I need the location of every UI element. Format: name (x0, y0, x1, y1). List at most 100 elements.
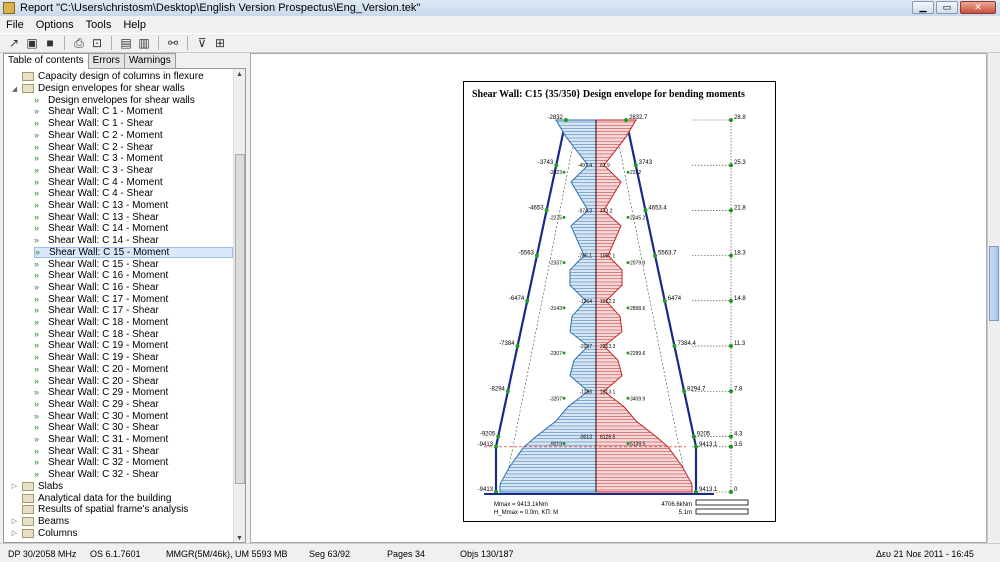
tree-item[interactable]: » Shear Wall: C 29 - Moment (34, 387, 168, 399)
node-right (633, 163, 638, 168)
tree-item[interactable]: » Shear Wall: C 4 - Moment (34, 176, 163, 188)
tree-item-label: Shear Wall: C 3 - Moment (48, 153, 163, 165)
print-icon[interactable]: ⎙ (71, 35, 87, 51)
collapse-icon[interactable]: ◢ (10, 84, 19, 93)
viewer-scrollbar[interactable] (987, 53, 1000, 543)
tree-item[interactable]: » Shear Wall: C 19 - Moment (34, 340, 168, 352)
outer-right-label: 2312 (630, 170, 641, 176)
tree-item[interactable]: » Shear Wall: C 19 - Shear (34, 352, 159, 364)
close-button[interactable]: ✕ (960, 1, 996, 14)
scroll-up-icon[interactable]: ▲ (236, 71, 243, 78)
tree-item[interactable]: » Shear Wall: C 3 - Shear (34, 165, 153, 177)
tree-item[interactable]: » Shear Wall: C 1 - Moment (34, 106, 163, 118)
expand-icon[interactable]: ▷ (10, 517, 19, 526)
level-label: 18.3 (734, 251, 746, 257)
menu-file[interactable]: File (0, 19, 30, 31)
tree-item[interactable]: ◢ Design envelopes for shear walls (10, 83, 185, 95)
tree-item[interactable]: » Shear Wall: C 3 - Moment (34, 153, 163, 165)
page-icon: » (34, 352, 40, 363)
minimize-button[interactable]: ▁ (912, 1, 934, 14)
export-icon[interactable]: ▤ (118, 35, 134, 51)
save-icon[interactable]: ■ (42, 35, 58, 51)
tree-item-label: Shear Wall: C 2 - Shear (48, 141, 154, 153)
page-icon: » (34, 129, 40, 140)
tree-item[interactable]: » Shear Wall: C 13 - Moment (34, 200, 168, 212)
toolbar-separator (187, 36, 188, 50)
menu-tools[interactable]: Tools (80, 19, 118, 31)
status-pages: Pages 34 (387, 549, 426, 559)
tree-item[interactable]: Capacity design of columns in flexure (22, 71, 204, 83)
level-label: 14.8 (734, 296, 746, 302)
tree-item[interactable]: ▷ Beams (10, 516, 69, 528)
tree-item-label: Analytical data for the building (38, 492, 172, 504)
tree-item[interactable]: » Shear Wall: C 30 - Shear (34, 422, 159, 434)
envelope-left-label: -6474 (509, 296, 525, 302)
tree-item[interactable]: » Shear Wall: C 1 - Shear (34, 118, 153, 130)
folder-icon[interactable]: ▣ (24, 35, 40, 51)
envelope-right-label: 7384.4 (677, 341, 696, 347)
open-icon[interactable]: ↗ (6, 35, 22, 51)
tab-errors[interactable]: Errors (87, 53, 125, 68)
filter-icon[interactable]: ⊽ (194, 35, 210, 51)
tree-item[interactable]: » Shear Wall: C 31 - Shear (34, 445, 159, 457)
tree-item[interactable]: » Shear Wall: C 14 - Moment (34, 223, 168, 235)
status-seg: Seg 63/92 (309, 549, 351, 559)
menu-help[interactable]: Help (117, 19, 152, 31)
tree-item[interactable]: » Shear Wall: C 31 - Moment (34, 434, 168, 446)
page-icon: » (34, 305, 40, 316)
tree-item[interactable]: » Shear Wall: C 2 - Shear (34, 141, 153, 153)
tree-scrollbar[interactable]: ▲ ▼ (233, 69, 245, 542)
binoculars-icon[interactable]: ⚯ (165, 35, 181, 51)
envelope-right-label: 3743 (639, 160, 653, 166)
tree-item[interactable]: Analytical data for the building (22, 492, 171, 504)
maximize-button[interactable]: ▭ (936, 1, 958, 14)
tree-item[interactable]: » Design envelopes for shear walls (34, 94, 195, 106)
tree-item[interactable]: ▷ Slabs (10, 481, 63, 493)
tree-item[interactable]: » Shear Wall: C 15 - Moment (34, 246, 233, 259)
report-page: Shear Wall: C15 {35/350} Design envelope… (463, 81, 776, 522)
inner-node-left (562, 351, 566, 355)
app-icon (3, 2, 15, 14)
export-folder-icon[interactable]: ▥ (136, 35, 152, 51)
print-preview-icon[interactable]: ⊡ (89, 35, 105, 51)
tree-item[interactable]: » Shear Wall: C 30 - Moment (34, 410, 168, 422)
expand-icon[interactable]: ▷ (10, 529, 19, 538)
envelope-left-label: -9413 (478, 442, 494, 448)
tree-item[interactable]: » Shear Wall: C 16 - Shear (34, 282, 159, 294)
tree-item[interactable]: Results of spatial frame's analysis (22, 504, 188, 516)
tree-item[interactable]: ▷ Columns (10, 527, 78, 539)
tree-item[interactable]: » Shear Wall: C 15 - Shear (34, 258, 159, 270)
envelope-left-label: -5563 (519, 251, 535, 257)
tree-item[interactable]: » Shear Wall: C 32 - Shear (34, 469, 159, 481)
tree-item-label: Shear Wall: C 13 - Moment (48, 200, 169, 212)
tree-item[interactable]: » Shear Wall: C 17 - Shear (34, 305, 159, 317)
tree-item[interactable]: » Shear Wall: C 16 - Moment (34, 270, 168, 282)
viewer-scroll-thumb[interactable] (989, 246, 999, 321)
status-os: OS 6.1.7601 (90, 549, 141, 559)
inner-left-label: -1186 (580, 389, 593, 395)
settings-icon[interactable]: ⊞ (212, 35, 228, 51)
tab-table-of-contents[interactable]: Table of contents (3, 53, 89, 69)
page-icon: » (34, 387, 40, 398)
tab-warnings[interactable]: Warnings (123, 53, 176, 68)
inner-node-right (626, 261, 630, 265)
tree-item[interactable]: » Shear Wall: C 18 - Moment (34, 317, 168, 329)
tree-item[interactable]: » Shear Wall: C 20 - Moment (34, 364, 168, 376)
tree-item[interactable]: » Shear Wall: C 4 - Shear (34, 188, 153, 200)
expand-icon[interactable]: ▷ (10, 482, 19, 491)
scroll-down-icon[interactable]: ▼ (236, 535, 243, 542)
tree-item[interactable]: » Shear Wall: C 20 - Shear (34, 375, 159, 387)
tree-item-label: Shear Wall: C 20 - Moment (48, 363, 169, 375)
node-left (515, 344, 520, 349)
tree-item[interactable]: » Shear Wall: C 2 - Moment (34, 130, 163, 142)
tree-item[interactable]: » Shear Wall: C 17 - Moment (34, 293, 168, 305)
tree-scroll-thumb[interactable] (235, 154, 245, 484)
tree-item-label: Shear Wall: C 32 - Moment (48, 457, 169, 469)
menu-options[interactable]: Options (30, 19, 80, 31)
tree-item[interactable]: » Shear Wall: C 13 - Shear (34, 211, 159, 223)
tree-item[interactable]: » Shear Wall: C 14 - Shear (34, 235, 159, 247)
node-left (525, 298, 530, 303)
tree-item[interactable]: » Shear Wall: C 18 - Shear (34, 328, 159, 340)
tree-item[interactable]: » Shear Wall: C 32 - Moment (34, 457, 168, 469)
tree-item[interactable]: » Shear Wall: C 29 - Shear (34, 399, 159, 411)
